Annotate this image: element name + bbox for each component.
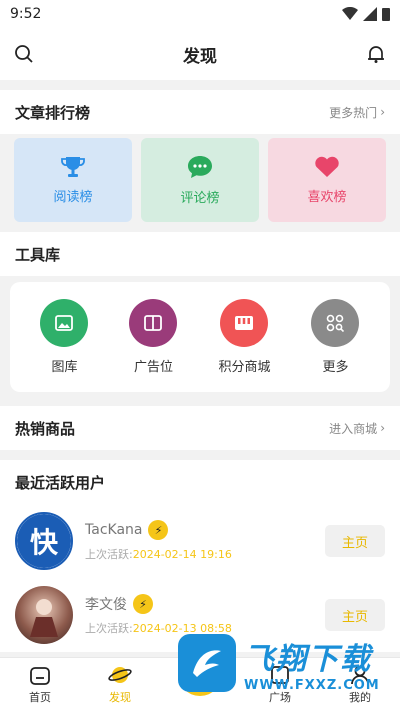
watermark: 飞翔下载 WWW.FXXZ.COM — [178, 623, 386, 703]
ranking-title: 文章排行榜 — [15, 103, 91, 122]
comment-rank-card[interactable]: 评论榜 — [141, 138, 259, 222]
like-rank-label: 喜欢榜 — [307, 189, 347, 205]
avatar[interactable] — [15, 586, 73, 644]
points-mall-label: 积分商城 — [218, 360, 271, 375]
status-bar: 9:52 — [0, 0, 400, 28]
products-header: 热销商品 进入商城 › — [0, 406, 400, 450]
tab-discover-label: 发现 — [109, 691, 131, 704]
ranking-header: 文章排行榜 更多热门 › — [0, 90, 400, 134]
bell-icon[interactable] — [364, 42, 388, 66]
comment-icon — [188, 155, 212, 178]
page-title: 发现 — [183, 46, 217, 67]
status-time: 9:52 — [10, 6, 42, 22]
points-mall-tool[interactable]: 积分商城 — [218, 299, 270, 375]
shop-icon — [220, 299, 269, 347]
last-active-label: 上次活跃: — [85, 622, 133, 635]
enter-mall-label: 进入商城 — [329, 421, 378, 436]
more-tool-label: 更多 — [322, 360, 349, 375]
more-tool[interactable]: 更多 — [311, 299, 360, 375]
watermark-url: WWW.FXXZ.COM — [244, 677, 380, 693]
tools-header: 工具库 — [0, 232, 400, 276]
avatar[interactable]: 快 — [15, 512, 73, 570]
tab-discover[interactable]: 发现 — [85, 664, 155, 705]
user-name[interactable]: TacKana — [85, 522, 142, 538]
planet-icon — [108, 667, 132, 683]
user-name[interactable]: 李文俊 — [85, 594, 127, 614]
status-icons — [342, 7, 390, 21]
gallery-label: 图库 — [51, 360, 78, 375]
ad-slot-tool[interactable]: 广告位 — [129, 299, 178, 375]
like-rank-card[interactable]: 喜欢榜 — [268, 138, 386, 222]
read-rank-label: 阅读榜 — [53, 189, 93, 205]
comment-rank-label: 评论榜 — [180, 190, 220, 206]
signal-icon — [363, 7, 377, 21]
last-active-time: 2024-02-14 19:16 — [132, 548, 232, 561]
lightning-icon: ⚡ — [133, 594, 153, 614]
lightning-icon: ⚡ — [148, 520, 169, 540]
more-hot-link[interactable]: 更多热门 › — [329, 104, 385, 121]
chevron-right-icon: › — [380, 105, 385, 119]
image-icon — [40, 299, 89, 347]
gallery-tool[interactable]: 图库 — [40, 299, 89, 375]
users-header: 最近活跃用户 — [0, 460, 400, 504]
ad-slot-label: 广告位 — [133, 360, 173, 375]
tab-home-label: 首页 — [29, 691, 51, 704]
last-active-label: 上次活跃: — [85, 548, 133, 561]
read-rank-card[interactable]: 阅读榜 — [14, 138, 132, 222]
battery-icon — [382, 8, 390, 21]
tools-title: 工具库 — [15, 245, 61, 264]
header: 发现 — [0, 28, 400, 80]
enter-mall-link[interactable]: 进入商城 › — [329, 420, 385, 437]
heart-icon — [315, 156, 339, 177]
book-icon — [129, 299, 178, 347]
chevron-right-icon: › — [380, 421, 385, 435]
tab-home[interactable]: 首页 — [5, 664, 75, 705]
more-hot-label: 更多热门 — [329, 105, 378, 120]
watermark-title: 飞翔下载 — [244, 641, 372, 677]
home-icon — [30, 667, 50, 685]
users-title: 最近活跃用户 — [15, 473, 106, 492]
tools-card: 图库 广告位 积分商城 更多 — [10, 282, 390, 392]
avatar-glyph: 快 — [17, 514, 71, 568]
user-home-button[interactable]: 主页 — [325, 525, 385, 557]
ranking-cards: 阅读榜 评论榜 喜欢榜 — [0, 134, 400, 232]
watermark-logo — [178, 634, 236, 692]
person-silhouette-icon — [30, 599, 58, 637]
trophy-icon — [61, 156, 85, 177]
user-row[interactable]: 快 TacKana ⚡ 上次活跃:2024-02-14 19:16 主页 — [0, 504, 400, 578]
search-icon[interactable] — [12, 42, 36, 66]
products-title: 热销商品 — [15, 419, 76, 438]
grid-icon — [311, 299, 360, 347]
wifi-icon — [342, 7, 358, 20]
